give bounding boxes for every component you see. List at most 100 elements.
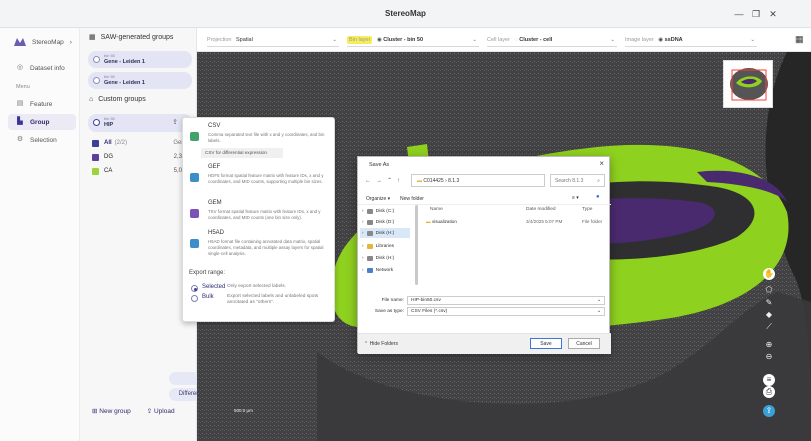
save-type-select[interactable]: CSV Files (*.csv) ⌄	[407, 307, 605, 316]
zoom-out-icon[interactable]: ⊖	[763, 351, 775, 363]
file-name-input[interactable]: HIP-bin50.csv ⌄	[407, 296, 605, 305]
nav-arrows[interactable]: ←→⌃↑	[365, 177, 405, 184]
eye-icon[interactable]: ◉	[658, 37, 663, 43]
scale-bar: 500.0 μm	[234, 408, 253, 413]
upload-button[interactable]: ⇪ Upload	[147, 407, 175, 415]
nav-item-feature[interactable]: ▤ Feature	[16, 100, 53, 108]
chevron-icon: ›	[362, 244, 364, 249]
export-icon[interactable]: ⇪	[172, 118, 178, 126]
image-layer-select[interactable]: Image layer ◉ ssDNA ⌄	[625, 33, 757, 47]
dialog-close-icon[interactable]: ×	[599, 159, 604, 168]
nav-label: Selection	[30, 136, 57, 144]
tree-item[interactable]: › Disk (H:)	[362, 231, 394, 236]
bin-layer-key: Bin layer	[347, 36, 373, 44]
settings-panel-icon[interactable]: ≡	[763, 374, 775, 386]
chevron-icon: ›	[362, 268, 364, 273]
column-date[interactable]: Date modified	[526, 207, 556, 212]
search-input[interactable]: Search 8.1.3 ⌕	[550, 174, 605, 187]
address-bar[interactable]: ▬ C014425 › 8.1.3	[411, 174, 545, 187]
tree-label: Disk (H:)	[375, 256, 395, 261]
tree-item[interactable]: › Disk (D:)	[362, 220, 394, 225]
minimap[interactable]	[723, 60, 773, 108]
tree-item[interactable]: › Disk (C:)	[362, 209, 394, 214]
hand-icon[interactable]: ✋	[763, 268, 775, 280]
custom-group-card[interactable]: bin 50 HIP ⇪	[88, 114, 192, 132]
save-button[interactable]: Save	[530, 338, 562, 349]
export-option-gem[interactable]: GEM TSV format spatial feature matrix wi…	[189, 200, 331, 230]
saw-group-card[interactable]: bin 50 Gene - Leiden 1	[88, 72, 192, 89]
all-row[interactable]: All (2/2) Gene	[88, 136, 196, 150]
bin-layer-select[interactable]: Bin layer ◉ Cluster - bin 50 ⌄	[347, 33, 479, 47]
projection-select[interactable]: Projection Spatial ⌄	[207, 33, 339, 47]
table-row[interactable]: CA 5,0	[88, 164, 196, 178]
zoom-in-icon[interactable]: ⊕	[763, 339, 775, 351]
chevron-icon: ›	[362, 209, 364, 214]
view-icon[interactable]: ≡ ▾	[572, 195, 579, 201]
hide-folders-toggle[interactable]: ⌃ Hide Folders	[364, 341, 398, 347]
row-value: 2,3	[173, 154, 182, 160]
screenshot-icon[interactable]: ⎙	[763, 386, 775, 398]
organize-button[interactable]: Organize ▾	[366, 196, 390, 202]
tree-item[interactable]: › Disk (H:)	[362, 256, 394, 261]
row-label: DG	[104, 154, 113, 160]
saw-group-card[interactable]: bin 50 Gene - Leiden 1	[88, 51, 192, 68]
checkbox-icon[interactable]	[92, 153, 99, 161]
path-text: C014425 › 8.1.3	[423, 178, 460, 184]
row-label: CA	[104, 168, 113, 174]
checkbox-icon[interactable]	[92, 167, 99, 175]
save-as-dialog: Save As × ←→⌃↑ ▬ C014425 › 8.1.3 Search …	[357, 156, 611, 354]
tree-label: Libraries	[375, 244, 395, 249]
option-title: GEM	[208, 200, 222, 206]
tree-item[interactable]: › Libraries	[362, 244, 394, 249]
brand-label: StereoMap	[32, 38, 64, 46]
export-image-icon[interactable]: ⇪	[763, 405, 775, 417]
help-icon[interactable]: ●	[596, 194, 600, 200]
saw-groups-title: SAW-generated groups	[100, 33, 174, 41]
column-name[interactable]: Name	[430, 207, 443, 212]
cancel-button[interactable]: Cancel	[568, 338, 600, 349]
eraser-icon[interactable]: ◆	[763, 309, 775, 321]
chevron-down-icon: ⌄	[332, 37, 337, 43]
eye-icon[interactable]: ◉	[377, 37, 382, 43]
network-icon	[366, 268, 373, 273]
nav-item-selection[interactable]: ⚙ Selection	[16, 136, 57, 144]
cell-layer-select[interactable]: Cell layer ◌ Cluster - cell ⌄	[487, 33, 617, 47]
range-description: Export selected labels and unlabeled spo…	[227, 294, 319, 305]
lasso-icon[interactable]: ⬠	[763, 284, 775, 296]
table-row[interactable]: DG 2,3	[88, 150, 196, 164]
dialog-footer: ⌃ Hide Folders Save Cancel	[358, 333, 611, 354]
brand[interactable]: StereoMap ›	[14, 38, 72, 46]
layout-grid-icon[interactable]: ▦	[795, 34, 805, 44]
restore-button[interactable]: ❐	[750, 8, 762, 20]
tag-icon: ⌂	[89, 96, 94, 103]
tree-scrollbar[interactable]	[415, 205, 418, 285]
option-description: H5AD format file containing annotated da…	[208, 239, 324, 256]
nav-item-group[interactable]: ▙ Group	[16, 118, 49, 126]
minimize-button[interactable]: —	[733, 8, 745, 20]
file-date: 3/4/2025 5:07 PM	[526, 219, 563, 224]
image-layer-value: ssDNA	[664, 37, 683, 43]
export-option-h5ad[interactable]: H5AD H5AD format file containing annotat…	[189, 230, 331, 260]
new-group-button[interactable]: ⊞ New group	[92, 407, 131, 415]
ruler-icon[interactable]: ⟋	[763, 321, 775, 333]
close-button[interactable]: ✕	[767, 8, 779, 20]
file-row[interactable]: ▬ visualization	[426, 219, 457, 224]
range-label: Bulk	[202, 294, 214, 300]
export-option-gef[interactable]: GEF HDF5 format spatial feature matrix w…	[189, 164, 331, 198]
save-type-label: Save as type:	[374, 309, 404, 314]
column-type[interactable]: Type	[582, 207, 592, 212]
card-caption: bin 50	[104, 74, 115, 79]
chevron-right-icon: ›	[69, 38, 72, 46]
new-folder-button[interactable]: New folder	[400, 196, 424, 202]
radio-icon	[93, 56, 100, 63]
option-title: GEF	[208, 164, 221, 170]
checkbox-icon[interactable]	[92, 139, 99, 147]
nav-item-dataset-info[interactable]: ◎ Dataset info	[16, 64, 65, 72]
panel-footer: ⊞ New group ⇪ Upload	[92, 407, 175, 415]
tree-item[interactable]: › Network	[362, 268, 393, 273]
card-caption: bin 50	[104, 116, 115, 121]
drive-icon	[366, 231, 373, 236]
brush-icon[interactable]: ✎	[763, 297, 775, 309]
card-label: Gene - Leiden 1	[104, 59, 145, 65]
eye-off-icon[interactable]: ◌	[514, 37, 517, 43]
